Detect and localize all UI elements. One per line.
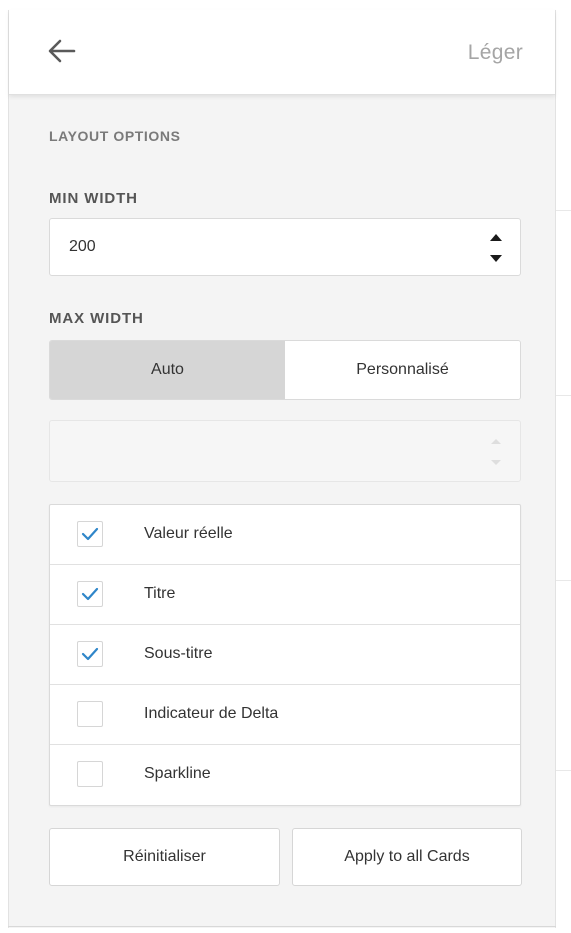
max-width-spinner — [488, 433, 504, 471]
list-item-label: Valeur réelle — [144, 525, 233, 542]
max-width-label: MAX WIDTH — [49, 310, 144, 327]
checkbox[interactable] — [77, 701, 103, 727]
background-divider — [556, 395, 571, 396]
min-width-label: MIN WIDTH — [49, 190, 138, 207]
list-item-label: Titre — [144, 585, 176, 602]
background-divider — [556, 770, 571, 771]
max-width-option-custom[interactable]: Personnalisé — [285, 341, 520, 399]
visible-elements-list: Valeur réelle Titre Sous-titre Indicateu… — [49, 504, 521, 806]
list-item-label: Sous-titre — [144, 645, 213, 662]
background-divider — [556, 210, 571, 211]
list-item-valeur-reelle[interactable]: Valeur réelle — [50, 505, 520, 565]
section-label-layout-options: LAYOUT OPTIONS — [49, 128, 181, 144]
decrement-icon[interactable] — [488, 457, 504, 469]
panel-bottom-border — [8, 926, 556, 927]
panel-header: Léger — [9, 10, 555, 95]
max-width-input[interactable] — [49, 420, 521, 482]
arrow-left-icon[interactable] — [47, 38, 77, 64]
checkbox[interactable] — [77, 761, 103, 787]
decrement-icon[interactable] — [488, 253, 504, 265]
list-item-titre[interactable]: Titre — [50, 565, 520, 625]
max-width-mode-toggle: Auto Personnalisé — [49, 340, 521, 400]
checkbox[interactable] — [77, 581, 103, 607]
list-item-sparkline[interactable]: Sparkline — [50, 745, 520, 805]
checkmark-icon — [81, 647, 99, 661]
list-item-label: Indicateur de Delta — [144, 705, 279, 722]
page: Léger LAYOUT OPTIONS MIN WIDTH 200 MAX W… — [0, 0, 571, 933]
panel-title: Léger — [467, 41, 523, 64]
list-item-sous-titre[interactable]: Sous-titre — [50, 625, 520, 685]
checkbox[interactable] — [77, 521, 103, 547]
apply-to-all-cards-button[interactable]: Apply to all Cards — [292, 828, 522, 886]
list-item-label: Sparkline — [144, 765, 211, 782]
checkmark-icon — [81, 587, 99, 601]
list-item-indicateur-delta[interactable]: Indicateur de Delta — [50, 685, 520, 745]
background-divider — [556, 580, 571, 581]
checkbox[interactable] — [77, 641, 103, 667]
increment-icon[interactable] — [488, 231, 504, 243]
max-width-option-auto[interactable]: Auto — [50, 341, 285, 399]
min-width-input[interactable]: 200 — [49, 218, 521, 276]
increment-icon[interactable] — [488, 435, 504, 447]
min-width-value: 200 — [69, 238, 96, 255]
card-settings-panel: Léger LAYOUT OPTIONS MIN WIDTH 200 MAX W… — [8, 10, 556, 928]
min-width-spinner — [488, 229, 504, 267]
reset-button[interactable]: Réinitialiser — [49, 828, 280, 886]
checkmark-icon — [81, 527, 99, 541]
